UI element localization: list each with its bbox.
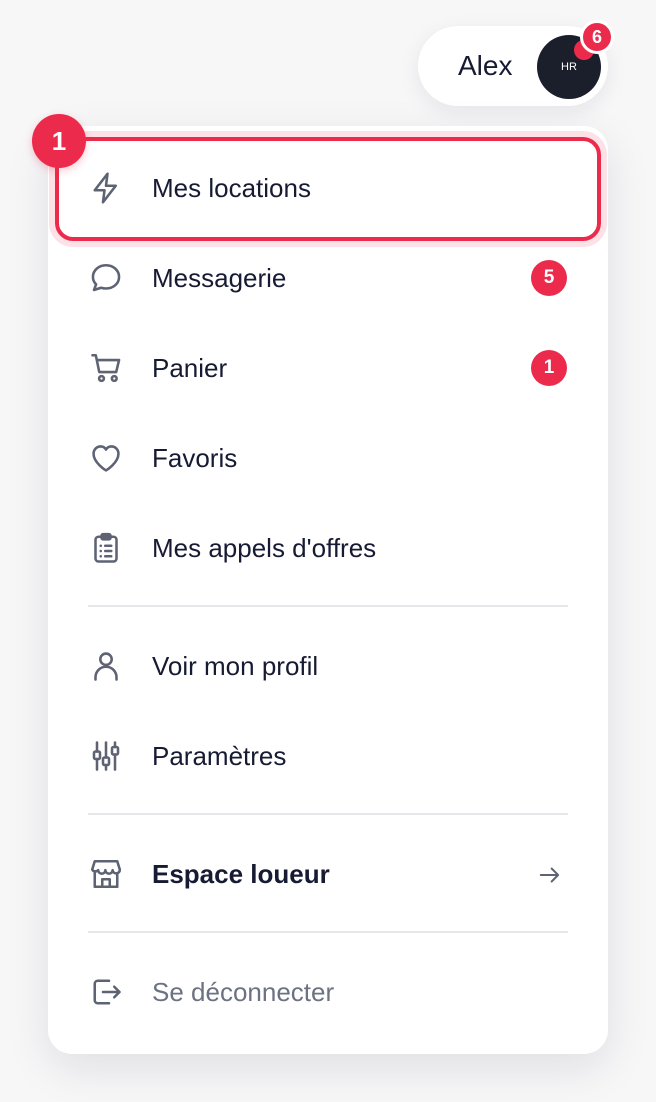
message-count-badge: 5: [531, 260, 567, 296]
user-icon: [88, 648, 124, 684]
cart-count-badge: 1: [531, 350, 567, 386]
logout-icon: [88, 974, 124, 1010]
menu-item-label: Panier: [152, 353, 228, 383]
heart-icon: [88, 440, 124, 476]
menu-divider: [88, 605, 568, 607]
user-name: Alex: [458, 50, 513, 81]
menu-item-appels-offres[interactable]: Mes appels d'offres: [48, 503, 608, 593]
menu-item-label: Espace loueur: [152, 859, 330, 889]
menu-divider: [88, 931, 568, 933]
menu-item-parametres[interactable]: Paramètres: [48, 711, 608, 801]
clipboard-list-icon: [88, 530, 124, 566]
menu-item-favoris[interactable]: Favoris: [48, 413, 608, 503]
menu-item-se-deconnecter[interactable]: Se déconnecter: [48, 947, 608, 1037]
menu-item-label: Mes appels d'offres: [152, 533, 377, 563]
user-dropdown-menu: Mes locations Messagerie 5 Panier 1 Favo…: [48, 126, 608, 1054]
menu-item-espace-loueur[interactable]: Espace loueur: [48, 829, 608, 919]
user-menu-trigger[interactable]: Alex HR 6: [418, 20, 614, 106]
menu-divider: [88, 813, 568, 815]
menu-item-mes-locations[interactable]: Mes locations: [48, 143, 608, 233]
menu-item-messagerie[interactable]: Messagerie 5: [48, 233, 608, 323]
menu-item-label: Paramètres: [152, 741, 287, 771]
arrow-right-icon: [537, 862, 563, 888]
sliders-icon: [88, 738, 124, 774]
menu-item-label: Mes locations: [152, 173, 311, 203]
menu-item-voir-profil[interactable]: Voir mon profil: [48, 621, 608, 711]
step-marker: 1: [32, 114, 86, 168]
menu-item-label: Messagerie: [152, 263, 287, 293]
storefront-icon: [88, 856, 124, 892]
menu-item-label: Favoris: [152, 443, 238, 473]
notification-count-badge: 6: [580, 20, 614, 54]
menu-item-panier[interactable]: Panier 1: [48, 323, 608, 413]
menu-item-label: Voir mon profil: [152, 651, 319, 681]
menu-item-label: Se déconnecter: [152, 977, 335, 1007]
bolt-icon: [88, 170, 124, 206]
cart-icon: [88, 350, 124, 386]
chat-bubble-icon: [88, 260, 124, 296]
